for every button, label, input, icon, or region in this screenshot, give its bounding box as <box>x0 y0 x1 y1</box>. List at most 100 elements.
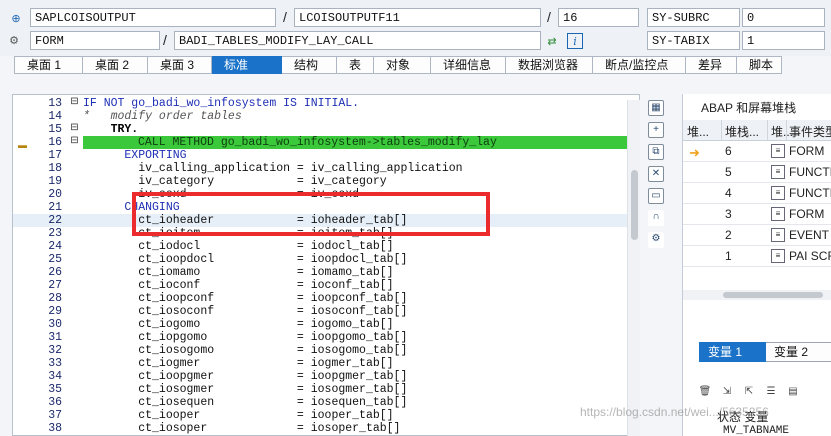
line-number: 38 <box>48 422 62 435</box>
collapse-icon[interactable]: ⊟ <box>70 137 79 147</box>
info-icon[interactable]: i <box>567 33 583 49</box>
scroll-thumb[interactable] <box>631 170 638 240</box>
col-header[interactable]: 事件类型 <box>789 123 831 140</box>
sysvar-name-1[interactable]: SY-SUBRC <box>647 8 740 27</box>
code-line[interactable]: 33 ct_iogmer = iogmer_tab[] <box>13 357 639 370</box>
new-icon[interactable]: + <box>648 122 664 138</box>
structure-icon[interactable]: ⇄ <box>544 33 560 49</box>
list-icon[interactable]: ☰ <box>763 384 779 400</box>
grid-icon[interactable]: ▦ <box>648 100 664 116</box>
export-icon[interactable]: ⇱ <box>741 384 757 400</box>
stack-event-type: FORM <box>789 144 825 158</box>
code-line[interactable]: 32 ct_iosogomo = iosogomo_tab[] <box>13 344 639 357</box>
stack-panel: ABAP 和屏幕堆栈 堆... 堆栈... 堆... 事件类型 ➜ 6 ≡ FORM 5… <box>682 94 831 436</box>
scroll-thumb[interactable] <box>723 292 823 298</box>
code-line[interactable]: 27 ct_ioconf = ioconf_tab[] <box>13 279 639 292</box>
code-line[interactable]: 16 ⊟ CALL METHOD go_badi_wo_infosystem->ta… <box>13 136 639 149</box>
window-icon[interactable]: ▭ <box>648 188 664 204</box>
stack-hscroll[interactable] <box>683 290 831 300</box>
tab-breakpoints[interactable]: 断点/监控点 <box>593 56 686 74</box>
collapse-icon[interactable]: ⊟ <box>70 98 79 108</box>
line-number: 21 <box>48 201 62 214</box>
code-line[interactable]: 35 ct_iosogmer = iosogmer_tab[] <box>13 383 639 396</box>
sysvar-value-1[interactable]: 0 <box>742 8 825 27</box>
col-header[interactable]: 堆... <box>687 123 709 140</box>
event-name-field[interactable]: BADI_TABLES_MODIFY_LAY_CALL <box>174 31 541 50</box>
line-number: 31 <box>48 331 62 344</box>
code-text: iv_category = iv_category <box>83 175 387 188</box>
code-line[interactable]: 17 EXPORTING <box>13 149 639 162</box>
event-type-field[interactable]: FORM <box>30 31 160 50</box>
code-line[interactable]: 19 iv_category = iv_category <box>13 175 639 188</box>
tab-object[interactable]: 对象 <box>374 56 431 74</box>
line-number: 23 <box>48 227 62 240</box>
line-number: 35 <box>48 383 62 396</box>
stack-row[interactable]: 1 ≡ PAI SCR <box>683 246 831 267</box>
source-editor[interactable]: 13 ⊟ IF NOT go_badi_wo_infosystem IS INITI… <box>12 94 640 436</box>
headset-icon[interactable]: ∩ <box>648 210 664 226</box>
include-field[interactable]: LCOISOUTPUTF11 <box>294 8 541 27</box>
tab-desktop-2[interactable]: 桌面 2 <box>83 56 148 74</box>
code-line[interactable]: 31 ct_iopgomo = ioopgomo_tab[] <box>13 331 639 344</box>
delete-icon[interactable]: ✕ <box>648 166 664 182</box>
collapse-icon[interactable]: ⊟ <box>70 124 79 134</box>
tab-structure[interactable]: 结构 <box>282 56 337 74</box>
code-text: ct_iopgomo = ioopgomo_tab[] <box>83 331 408 344</box>
stack-row[interactable]: ➜ 6 ≡ FORM <box>683 141 831 162</box>
tab-variables-2[interactable]: 变量 2 <box>766 342 831 362</box>
code-line[interactable]: 15 ⊟ TRY. <box>13 123 639 136</box>
gear-icon[interactable]: ⚙ <box>6 32 22 48</box>
tab-variables-1[interactable]: 变量 1 <box>699 342 766 362</box>
source-icon: ≡ <box>771 207 785 221</box>
tab-diff[interactable]: 差异 <box>686 56 737 74</box>
zoom-icon[interactable]: ⊕ <box>8 10 24 26</box>
code-line[interactable]: 28 ct_ioopconf = ioopconf_tab[] <box>13 292 639 305</box>
code-line[interactable]: 38 ct_iosoper = iosoper_tab[] <box>13 422 639 435</box>
code-line[interactable]: 18 iv_calling_application = iv_calling_a… <box>13 162 639 175</box>
copy-icon[interactable]: ⧉ <box>648 144 664 160</box>
tab-details[interactable]: 详细信息 <box>431 56 506 74</box>
line-number: 34 <box>48 370 62 383</box>
variable-row[interactable]: MV_TABNAME <box>723 425 789 436</box>
stack-row[interactable]: 2 ≡ EVENT <box>683 225 831 246</box>
code-text: ct_iosogmer = iosogmer_tab[] <box>83 383 408 396</box>
highlight-annotation <box>132 192 490 236</box>
code-line[interactable]: 25 ct_ioopdocl = ioopdocl_tab[] <box>13 253 639 266</box>
line-number: 30 <box>48 318 62 331</box>
tab-desktop-1[interactable]: 桌面 1 <box>14 56 83 74</box>
stack-row[interactable]: 5 ≡ FUNCTION <box>683 162 831 183</box>
code-line[interactable]: 30 ct_iogomo = iogomo_tab[] <box>13 318 639 331</box>
code-line[interactable]: 37 ct_iooper = iooper_tab[] <box>13 409 639 422</box>
import-icon[interactable]: ⇲ <box>719 384 735 400</box>
settings-icon[interactable]: ⚙ <box>648 232 664 248</box>
tab-table[interactable]: 表 <box>337 56 374 74</box>
program-field[interactable]: SAPLCOISOUTPUT <box>30 8 276 27</box>
code-line[interactable]: 34 ct_ioopgmer = ioopgmer_tab[] <box>13 370 639 383</box>
tab-desktop-3[interactable]: 桌面 3 <box>148 56 212 74</box>
sysvar-name-2[interactable]: SY-TABIX <box>647 31 740 50</box>
tab-data-browser[interactable]: 数据浏览器 <box>506 56 593 74</box>
stack-header-row: 堆... 堆栈... 堆... 事件类型 <box>683 120 831 141</box>
sysvar-value-2[interactable]: 1 <box>742 31 825 50</box>
source-icon: ≡ <box>771 165 785 179</box>
stack-level: 1 <box>725 249 732 263</box>
tab-script[interactable]: 脚本 <box>737 56 782 74</box>
code-line[interactable]: 14 * modify order tables <box>13 110 639 123</box>
code-line[interactable]: 24 ct_iodocl = iodocl_tab[] <box>13 240 639 253</box>
line-number: 26 <box>48 266 62 279</box>
stack-row[interactable]: 3 ≡ FORM <box>683 204 831 225</box>
code-line[interactable]: 26 ct_iomamo = iomamo_tab[] <box>13 266 639 279</box>
line-field[interactable]: 16 <box>558 8 639 27</box>
layout-icon[interactable]: ▤ <box>785 384 801 400</box>
stack-level: 3 <box>725 207 732 221</box>
code-line[interactable]: 29 ct_iosoconf = iosoconf_tab[] <box>13 305 639 318</box>
col-header[interactable]: 堆栈... <box>725 123 759 140</box>
editor-scrollbar[interactable] <box>627 100 640 436</box>
code-line[interactable]: 13 ⊟ IF NOT go_badi_wo_infosystem IS INITI… <box>13 97 639 110</box>
line-number: 25 <box>48 253 62 266</box>
stack-row[interactable]: 4 ≡ FUNCTION <box>683 183 831 204</box>
trash-icon[interactable]: 🗑 <box>697 384 713 400</box>
tab-standard[interactable]: 标准 <box>212 56 282 74</box>
code-line[interactable]: 36 ct_iosequen = iosequen_tab[] <box>13 396 639 409</box>
line-number: 22 <box>48 214 62 227</box>
